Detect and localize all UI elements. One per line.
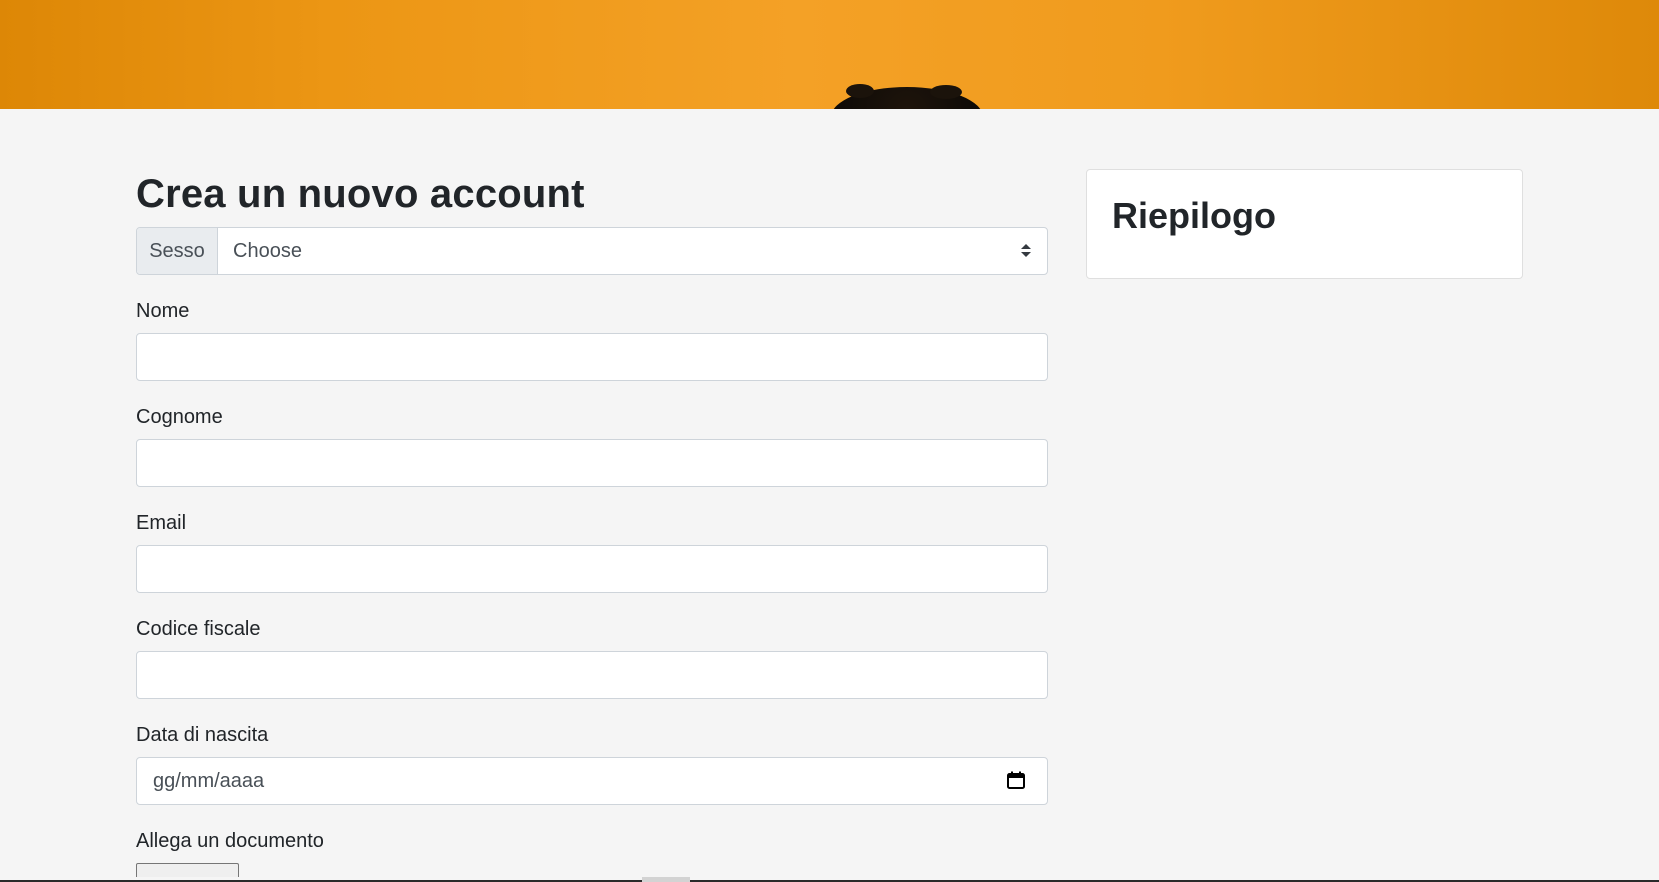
last-name-field: Cognome	[136, 405, 1048, 487]
first-name-label: Nome	[136, 300, 190, 322]
document-upload-field: Allega un documento	[136, 829, 1048, 882]
hero-person-image	[831, 84, 983, 109]
tax-code-label: Codice fiscale	[136, 618, 261, 640]
last-name-label: Cognome	[136, 406, 223, 428]
page-title: Crea un nuovo account	[136, 172, 585, 216]
birth-date-label: Data di nascita	[136, 724, 269, 746]
registration-page: Crea un nuovo account Sesso Choose Nome …	[0, 0, 1659, 882]
document-file-button[interactable]	[136, 863, 239, 877]
birth-date-input[interactable]: gg/mm/aaaa	[136, 757, 1048, 805]
calendar-icon[interactable]	[1006, 770, 1026, 790]
birth-date-placeholder: gg/mm/aaaa	[153, 770, 265, 792]
hero-banner	[0, 0, 1659, 109]
tax-code-field: Codice fiscale	[136, 617, 1048, 699]
document-upload-label: Allega un documento	[136, 830, 324, 852]
email-input[interactable]	[136, 545, 1048, 593]
gender-select[interactable]: Choose	[218, 228, 1047, 274]
email-field: Email	[136, 511, 1048, 593]
registration-form: Crea un nuovo account Sesso Choose Nome …	[136, 170, 1048, 882]
summary-title: Riepilogo	[1112, 195, 1276, 236]
last-name-input[interactable]	[136, 439, 1048, 487]
gender-label: Sesso	[137, 228, 218, 274]
select-caret-icon	[1020, 244, 1032, 258]
first-name-input[interactable]	[136, 333, 1048, 381]
gender-select-group: Sesso Choose	[136, 227, 1048, 275]
email-label: Email	[136, 512, 187, 534]
tax-code-input[interactable]	[136, 651, 1048, 699]
birth-date-field: Data di nascita gg/mm/aaaa	[136, 723, 1048, 805]
gender-select-value: Choose	[233, 240, 302, 262]
scroll-indicator	[642, 877, 690, 882]
first-name-field: Nome	[136, 299, 1048, 381]
summary-card: Riepilogo	[1086, 169, 1523, 279]
